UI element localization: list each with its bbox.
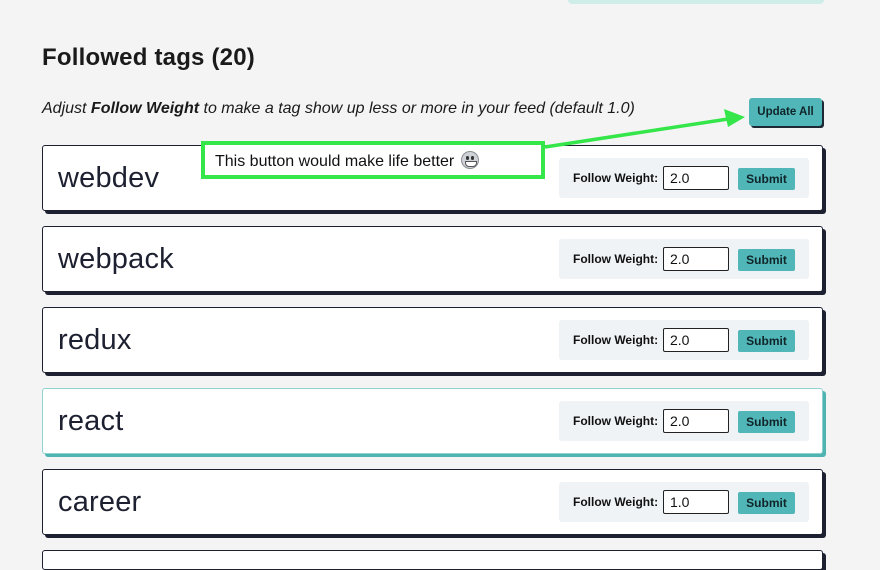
page-title: Followed tags (20) [42,44,255,71]
follow-weight-instructions: Adjust Follow Weight to make a tag show … [42,100,635,118]
tag-name[interactable]: webpack [58,243,174,276]
submit-button[interactable]: Submit [738,492,795,514]
tag-card-redux: redux Follow Weight: Submit [42,307,823,373]
tag-name[interactable]: redux [58,324,132,357]
follow-weight-form: Follow Weight: Submit [559,401,809,441]
instructions-suffix: to make a tag show up less or more in yo… [199,100,635,117]
submit-button[interactable]: Submit [738,168,795,190]
tag-card-webpack: webpack Follow Weight: Submit [42,226,823,292]
follow-weight-input[interactable] [663,328,729,352]
follow-weight-form: Follow Weight: Submit [559,239,809,279]
grinning-face-icon [460,151,479,169]
follow-weight-form: Follow Weight: Submit [559,158,809,198]
submit-button[interactable]: Submit [738,330,795,352]
follow-weight-input[interactable] [663,490,729,514]
tag-card-partial [42,550,823,570]
follow-weight-form: Follow Weight: Submit [559,482,809,522]
follow-weight-label: Follow Weight: [573,171,659,185]
submit-button[interactable]: Submit [738,411,795,433]
tag-name[interactable]: career [58,486,141,519]
follow-weight-input[interactable] [663,166,729,190]
annotation-arrow-head [724,109,745,127]
instructions-emphasis: Follow Weight [90,100,200,117]
follow-weight-label: Follow Weight: [573,252,659,266]
tag-card-career: career Follow Weight: Submit [42,469,823,535]
annotation-text: This button would make life better [215,153,455,170]
tag-name[interactable]: webdev [58,162,159,195]
follow-weight-input[interactable] [663,409,729,433]
top-section-edge [568,0,824,4]
follow-weight-label: Follow Weight: [573,414,659,428]
tag-card-react: react Follow Weight: Submit [42,388,823,454]
follow-weight-label: Follow Weight: [573,495,659,509]
instructions-prefix: Adjust [42,100,91,117]
update-all-button[interactable]: Update All [749,98,822,126]
follow-weight-label: Follow Weight: [573,333,659,347]
follow-weight-form: Follow Weight: Submit [559,320,809,360]
annotation-arrow-line [544,117,729,149]
follow-weight-input[interactable] [663,247,729,271]
submit-button[interactable]: Submit [738,249,795,271]
annotation-callout: This button would make life better [201,141,545,179]
tag-name[interactable]: react [58,405,123,438]
